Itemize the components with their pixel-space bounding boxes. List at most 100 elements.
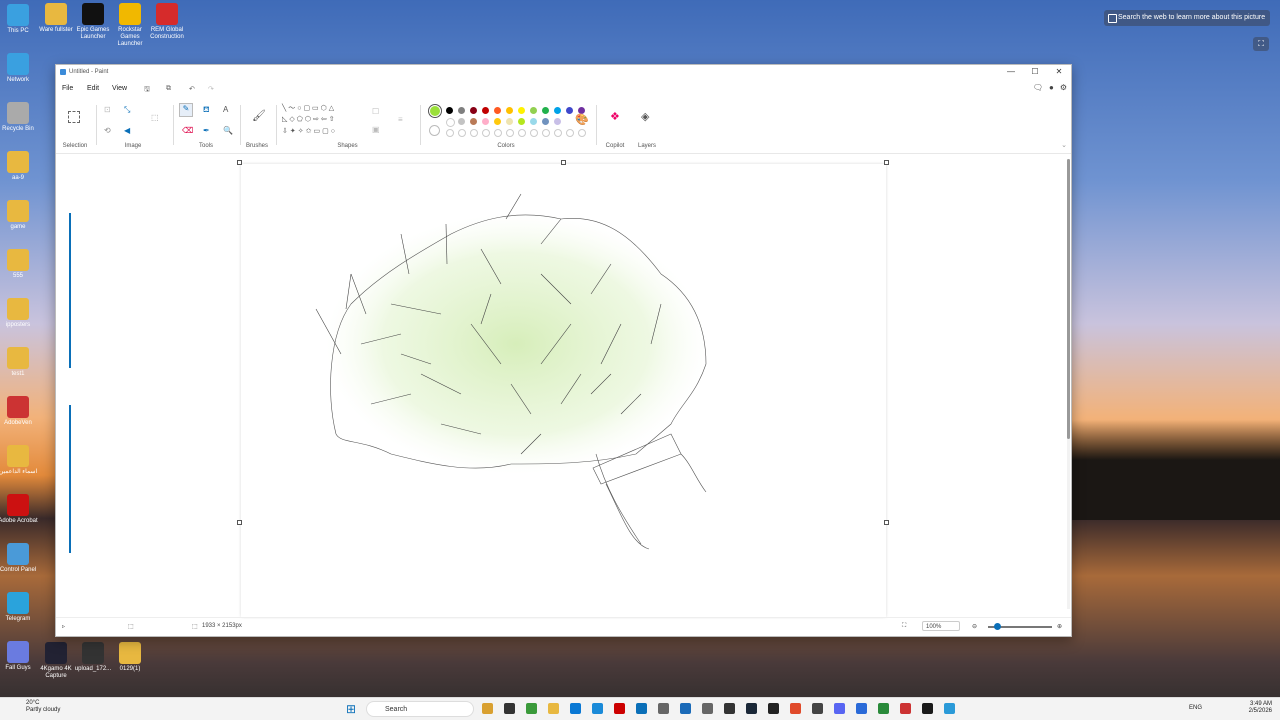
save-icon[interactable]: 🖫 (144, 85, 150, 96)
taskbar-app-icon[interactable] (702, 703, 713, 714)
start-icon[interactable]: ⊞ (346, 702, 356, 716)
desktop-item[interactable]: Telegram (0, 592, 40, 623)
desktop-item[interactable]: aa-9 (0, 151, 40, 182)
taskbar-app-icon[interactable] (878, 703, 889, 714)
custom-color-slot[interactable] (458, 129, 466, 137)
resize-handle-r[interactable] (884, 520, 889, 525)
taskbar-app-icon[interactable] (944, 703, 955, 714)
custom-color-slot[interactable] (482, 129, 490, 137)
redo-icon[interactable]: ↷ (208, 85, 214, 93)
taskbar-app-icon[interactable] (482, 703, 493, 714)
desktop-item[interactable]: اسماء الداعمين (0, 445, 40, 476)
eraser-icon[interactable]: ⌫ (182, 126, 193, 135)
taskbar-app-icon[interactable] (526, 703, 537, 714)
text-icon[interactable]: A (223, 105, 228, 114)
zoom-select[interactable]: 100% (922, 621, 960, 631)
desktop-item[interactable]: Adobe Acrobat (0, 494, 40, 525)
custom-color-slot[interactable] (446, 129, 454, 137)
custom-color-slot[interactable] (530, 129, 538, 137)
account-icon[interactable]: ● (1049, 83, 1054, 92)
custom-color-slot[interactable] (494, 129, 502, 137)
taskbar-app-icon[interactable] (680, 703, 691, 714)
opacity-slider[interactable] (69, 405, 71, 553)
fit-icon[interactable]: ⛶ (902, 623, 906, 630)
taskbar-app-icon[interactable] (636, 703, 647, 714)
color-swatch[interactable] (518, 107, 525, 114)
shape-fill-icon[interactable]: ▣ (372, 125, 380, 134)
shapes-row1-icons[interactable]: ╲〜○▢▭⬡△ (282, 103, 336, 113)
outline-icon[interactable]: ☐ (372, 107, 379, 116)
taskbar-search[interactable]: Search (366, 701, 474, 717)
color-swatch[interactable] (446, 107, 453, 114)
resize-icon[interactable]: ⤡ (124, 105, 130, 115)
maximize-button[interactable]: ☐ (1023, 65, 1047, 79)
color-swatch[interactable] (470, 107, 477, 114)
active-color[interactable] (428, 104, 442, 118)
taskbar-app-icon[interactable] (812, 703, 823, 714)
color-swatch[interactable] (530, 118, 537, 125)
zoom-in-icon[interactable]: ⊕ (1057, 623, 1062, 630)
taskbar-app-icon[interactable] (900, 703, 911, 714)
flip-icon[interactable]: ◀ (124, 126, 130, 135)
language-indicator[interactable]: ENG (1189, 705, 1202, 712)
brush-size-slider[interactable] (69, 213, 71, 368)
layers-icon[interactable]: ◈ (641, 110, 649, 123)
menu-view[interactable]: View (112, 85, 127, 92)
settings-icon[interactable]: ⚙ (1060, 83, 1067, 92)
desktop-item[interactable]: AdobeVen (0, 396, 40, 427)
custom-color-slot[interactable] (506, 129, 514, 137)
taskbar-app-icon[interactable] (790, 703, 801, 714)
custom-color-slot[interactable] (470, 129, 478, 137)
select-icon[interactable] (68, 111, 80, 123)
vertical-scrollbar[interactable] (1067, 159, 1070, 609)
drawing-canvas[interactable] (241, 164, 886, 617)
chat-icon[interactable]: 🗨 (1033, 83, 1043, 92)
custom-color-slot[interactable] (566, 129, 574, 137)
color-swatch[interactable] (458, 118, 465, 125)
desktop-item-top[interactable]: REM Global Construction (145, 3, 189, 41)
rotate-icon[interactable]: ⟲ (104, 126, 111, 135)
system-tray[interactable]: ENG 3:49 AM 2/5/2026 (1189, 701, 1272, 715)
share-icon[interactable]: ⧉ (166, 85, 171, 93)
weather-widget[interactable]: 20°C Partly cloudy (14, 700, 60, 714)
color-swatch[interactable] (446, 118, 455, 127)
color-swatch[interactable] (530, 107, 537, 114)
color-swatch[interactable] (506, 107, 513, 114)
taskbar-app-icon[interactable] (548, 703, 559, 714)
resize-handle-tr[interactable] (884, 160, 889, 165)
copilot-icon[interactable]: ❖ (610, 110, 620, 123)
desktop-item[interactable]: Control Panel (0, 543, 40, 574)
taskbar-app-icon[interactable] (592, 703, 603, 714)
color-swatch[interactable] (518, 118, 525, 125)
edit-colors-icon[interactable]: 🎨 (575, 113, 589, 126)
expand-icon[interactable]: ⛶ (1253, 37, 1269, 51)
desktop-item[interactable]: ipposters (0, 298, 40, 329)
color-swatch[interactable] (458, 107, 465, 114)
image-select-icon[interactable]: ⬚ (151, 113, 159, 122)
color-swatch[interactable] (554, 107, 561, 114)
desktop-item[interactable]: Network (0, 53, 40, 84)
taskbar-app-icon[interactable] (746, 703, 757, 714)
color-swatch[interactable] (470, 118, 477, 125)
color-picker-icon[interactable]: ✒ (203, 126, 210, 135)
taskbar-app-icon[interactable] (768, 703, 779, 714)
desktop-item[interactable]: 555 (0, 249, 40, 280)
desktop-item[interactable]: game (0, 200, 40, 231)
custom-color-slot[interactable] (518, 129, 526, 137)
menu-edit[interactable]: Edit (87, 85, 99, 92)
color-swatch[interactable] (566, 107, 573, 114)
color-swatch[interactable] (482, 107, 489, 114)
resize-handle-l[interactable] (237, 520, 242, 525)
color-swatch[interactable] (494, 107, 501, 114)
shapes-row3-icons[interactable]: ⇩✦✧✩▭▢○ (282, 127, 337, 135)
taskbar-app-icon[interactable] (614, 703, 625, 714)
color-swatch[interactable] (542, 118, 549, 125)
resize-handle-t[interactable] (561, 160, 566, 165)
title-bar[interactable]: Untitled - Paint — ☐ ✕ (56, 65, 1071, 79)
pencil-icon[interactable]: ✎ (179, 103, 193, 117)
brush-icon[interactable]: 🖌 (252, 109, 266, 122)
taskbar-app-icon[interactable] (570, 703, 581, 714)
resize-handle-tl[interactable] (237, 160, 242, 165)
taskbar-app-icon[interactable] (724, 703, 735, 714)
color-swatch[interactable] (482, 118, 489, 125)
